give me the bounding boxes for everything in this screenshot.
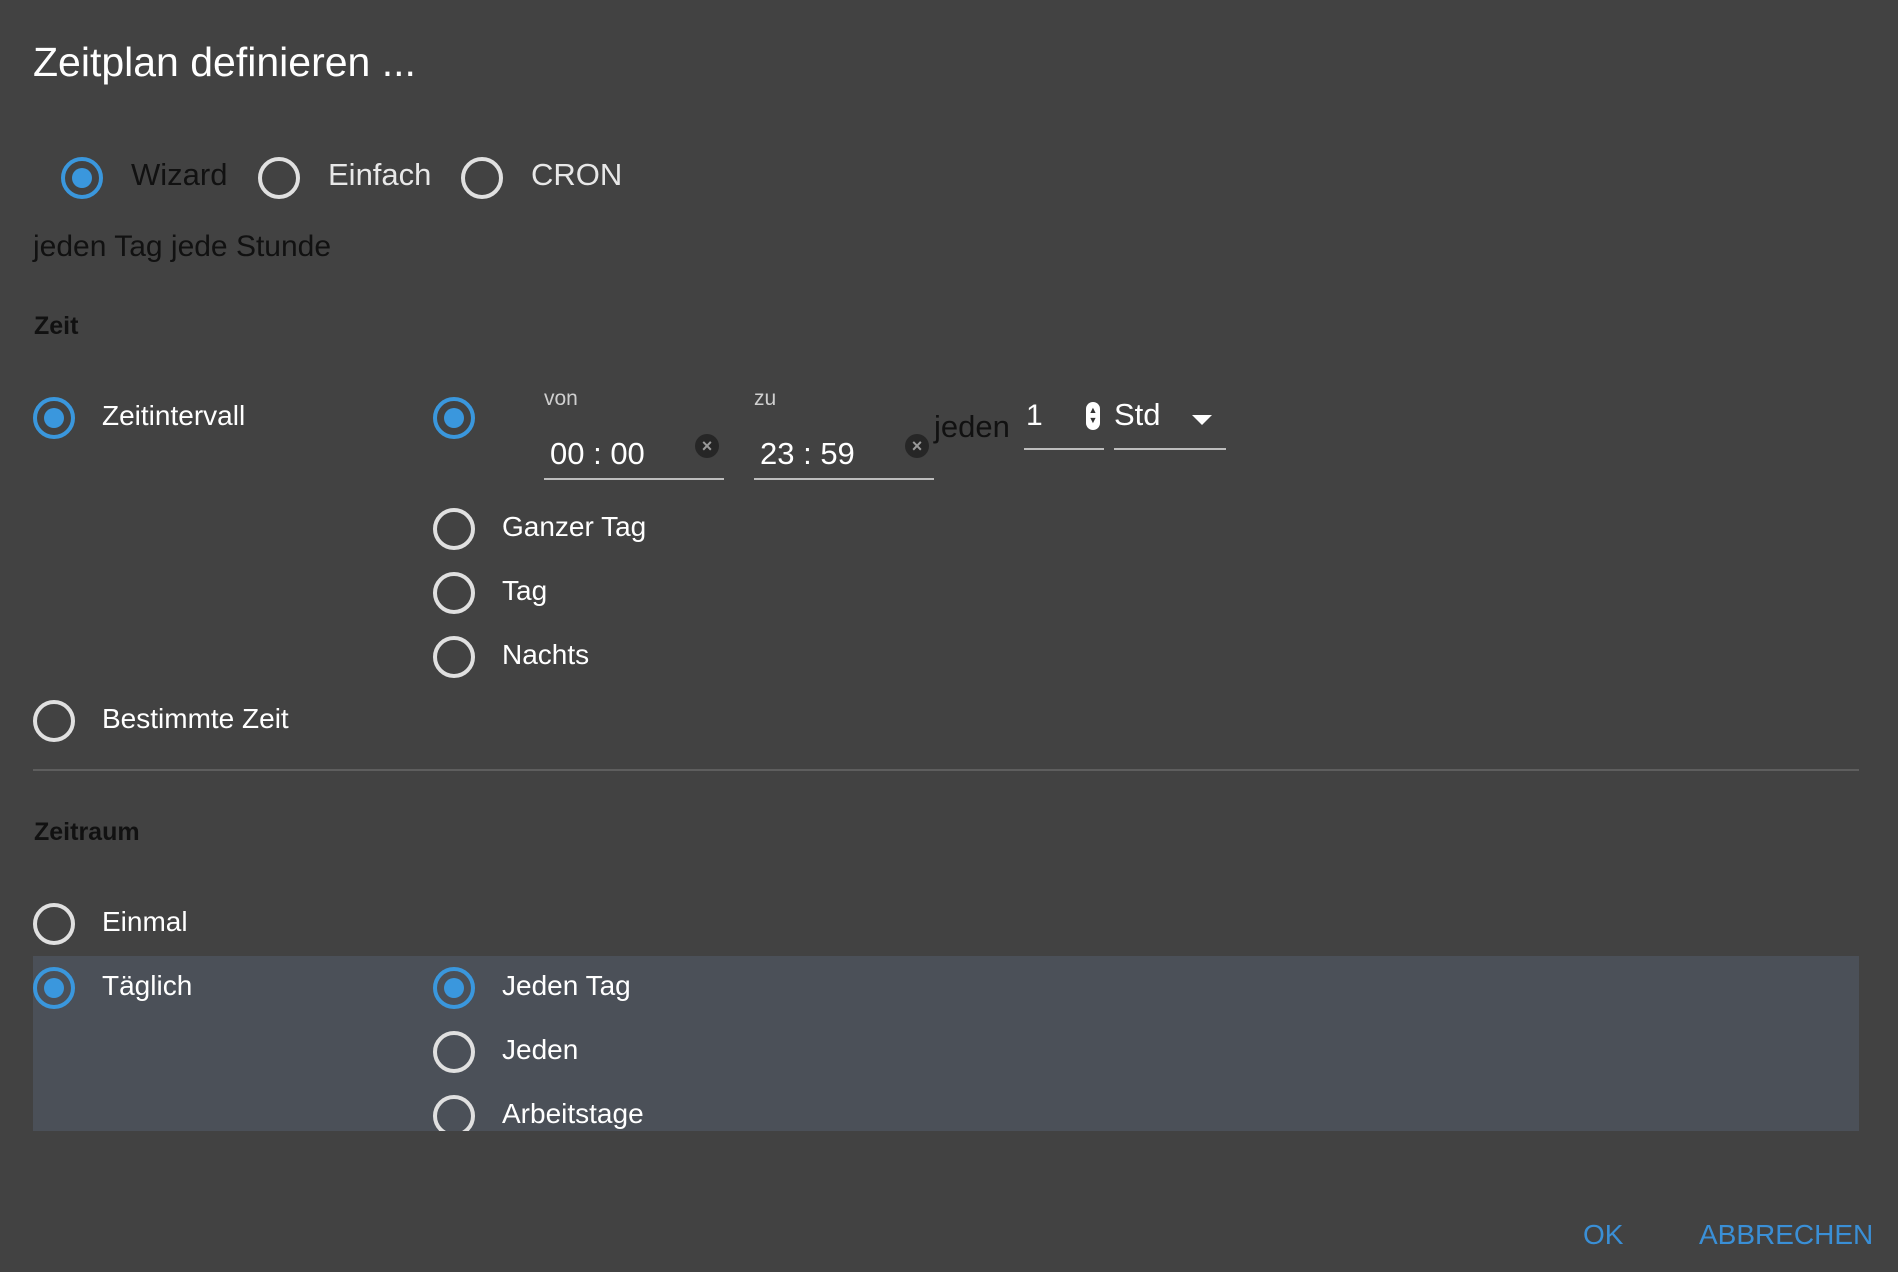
- mode-cron-label[interactable]: CRON: [531, 158, 622, 192]
- every-label: jeden: [934, 409, 1010, 444]
- interval-range-radio[interactable]: [433, 397, 475, 439]
- einmal-label[interactable]: Einmal: [102, 905, 188, 939]
- zu-time-value: 23 : 59: [760, 436, 855, 471]
- mode-cron-radio[interactable]: [461, 157, 503, 199]
- taeglich-radio[interactable]: [33, 967, 75, 1009]
- ok-button[interactable]: OK: [1583, 1218, 1623, 1252]
- nachts-radio[interactable]: [433, 636, 475, 678]
- taeglich-label[interactable]: Täglich: [102, 969, 192, 1003]
- arbeitstage-clip: Arbeitstage: [420, 1090, 660, 1131]
- zeitintervall-label[interactable]: Zeitintervall: [102, 399, 245, 433]
- every-number-value: 1: [1026, 399, 1043, 432]
- von-time-value: 00 : 00: [550, 436, 645, 471]
- section-zeit-heading: Zeit: [34, 312, 79, 340]
- mode-wizard-radio[interactable]: [61, 157, 103, 199]
- schedule-summary: jeden Tag jede Stunde: [33, 230, 332, 263]
- einmal-radio[interactable]: [33, 903, 75, 945]
- section-divider: [33, 769, 1859, 771]
- cancel-button[interactable]: ABBRECHEN: [1699, 1218, 1873, 1252]
- ganzer-tag-radio[interactable]: [433, 508, 475, 550]
- unit-select-value: Std: [1114, 397, 1161, 432]
- number-spinner-icon[interactable]: ▲ ▼: [1086, 402, 1100, 430]
- every-number-input[interactable]: 1 ▲ ▼: [1024, 398, 1104, 450]
- jeden-tag-radio[interactable]: [433, 967, 475, 1009]
- jeden-radio[interactable]: [433, 1031, 475, 1073]
- bestimmte-zeit-label[interactable]: Bestimmte Zeit: [102, 702, 289, 736]
- von-label: von: [544, 387, 578, 410]
- bestimmte-zeit-radio[interactable]: [33, 700, 75, 742]
- chevron-down-icon: [1192, 415, 1212, 425]
- section-zeitraum-heading: Zeitraum: [34, 818, 140, 846]
- nachts-label[interactable]: Nachts: [502, 638, 589, 672]
- tag-label[interactable]: Tag: [502, 574, 547, 608]
- dialog-title: Zeitplan definieren ...: [33, 39, 416, 85]
- mode-einfach-label[interactable]: Einfach: [328, 158, 431, 192]
- schedule-dialog: Zeitplan definieren ... Wizard Einfach C…: [0, 0, 1898, 1272]
- unit-select[interactable]: Std: [1114, 396, 1226, 450]
- ganzer-tag-label[interactable]: Ganzer Tag: [502, 510, 646, 544]
- mode-wizard-label[interactable]: Wizard: [131, 158, 227, 192]
- zu-clear-icon[interactable]: ×: [905, 434, 929, 458]
- jeden-label[interactable]: Jeden: [502, 1033, 578, 1067]
- mode-einfach-radio[interactable]: [258, 157, 300, 199]
- zu-time-input[interactable]: 23 : 59 ×: [754, 430, 934, 480]
- arbeitstage-radio[interactable]: [433, 1095, 475, 1131]
- von-clear-icon[interactable]: ×: [695, 434, 719, 458]
- zu-label: zu: [754, 387, 777, 410]
- daily-options-panel: [33, 956, 1859, 1131]
- tag-radio[interactable]: [433, 572, 475, 614]
- arbeitstage-label[interactable]: Arbeitstage: [502, 1097, 644, 1131]
- von-time-input[interactable]: 00 : 00 ×: [544, 430, 724, 480]
- zeitintervall-radio[interactable]: [33, 397, 75, 439]
- jeden-tag-label[interactable]: Jeden Tag: [502, 969, 631, 1003]
